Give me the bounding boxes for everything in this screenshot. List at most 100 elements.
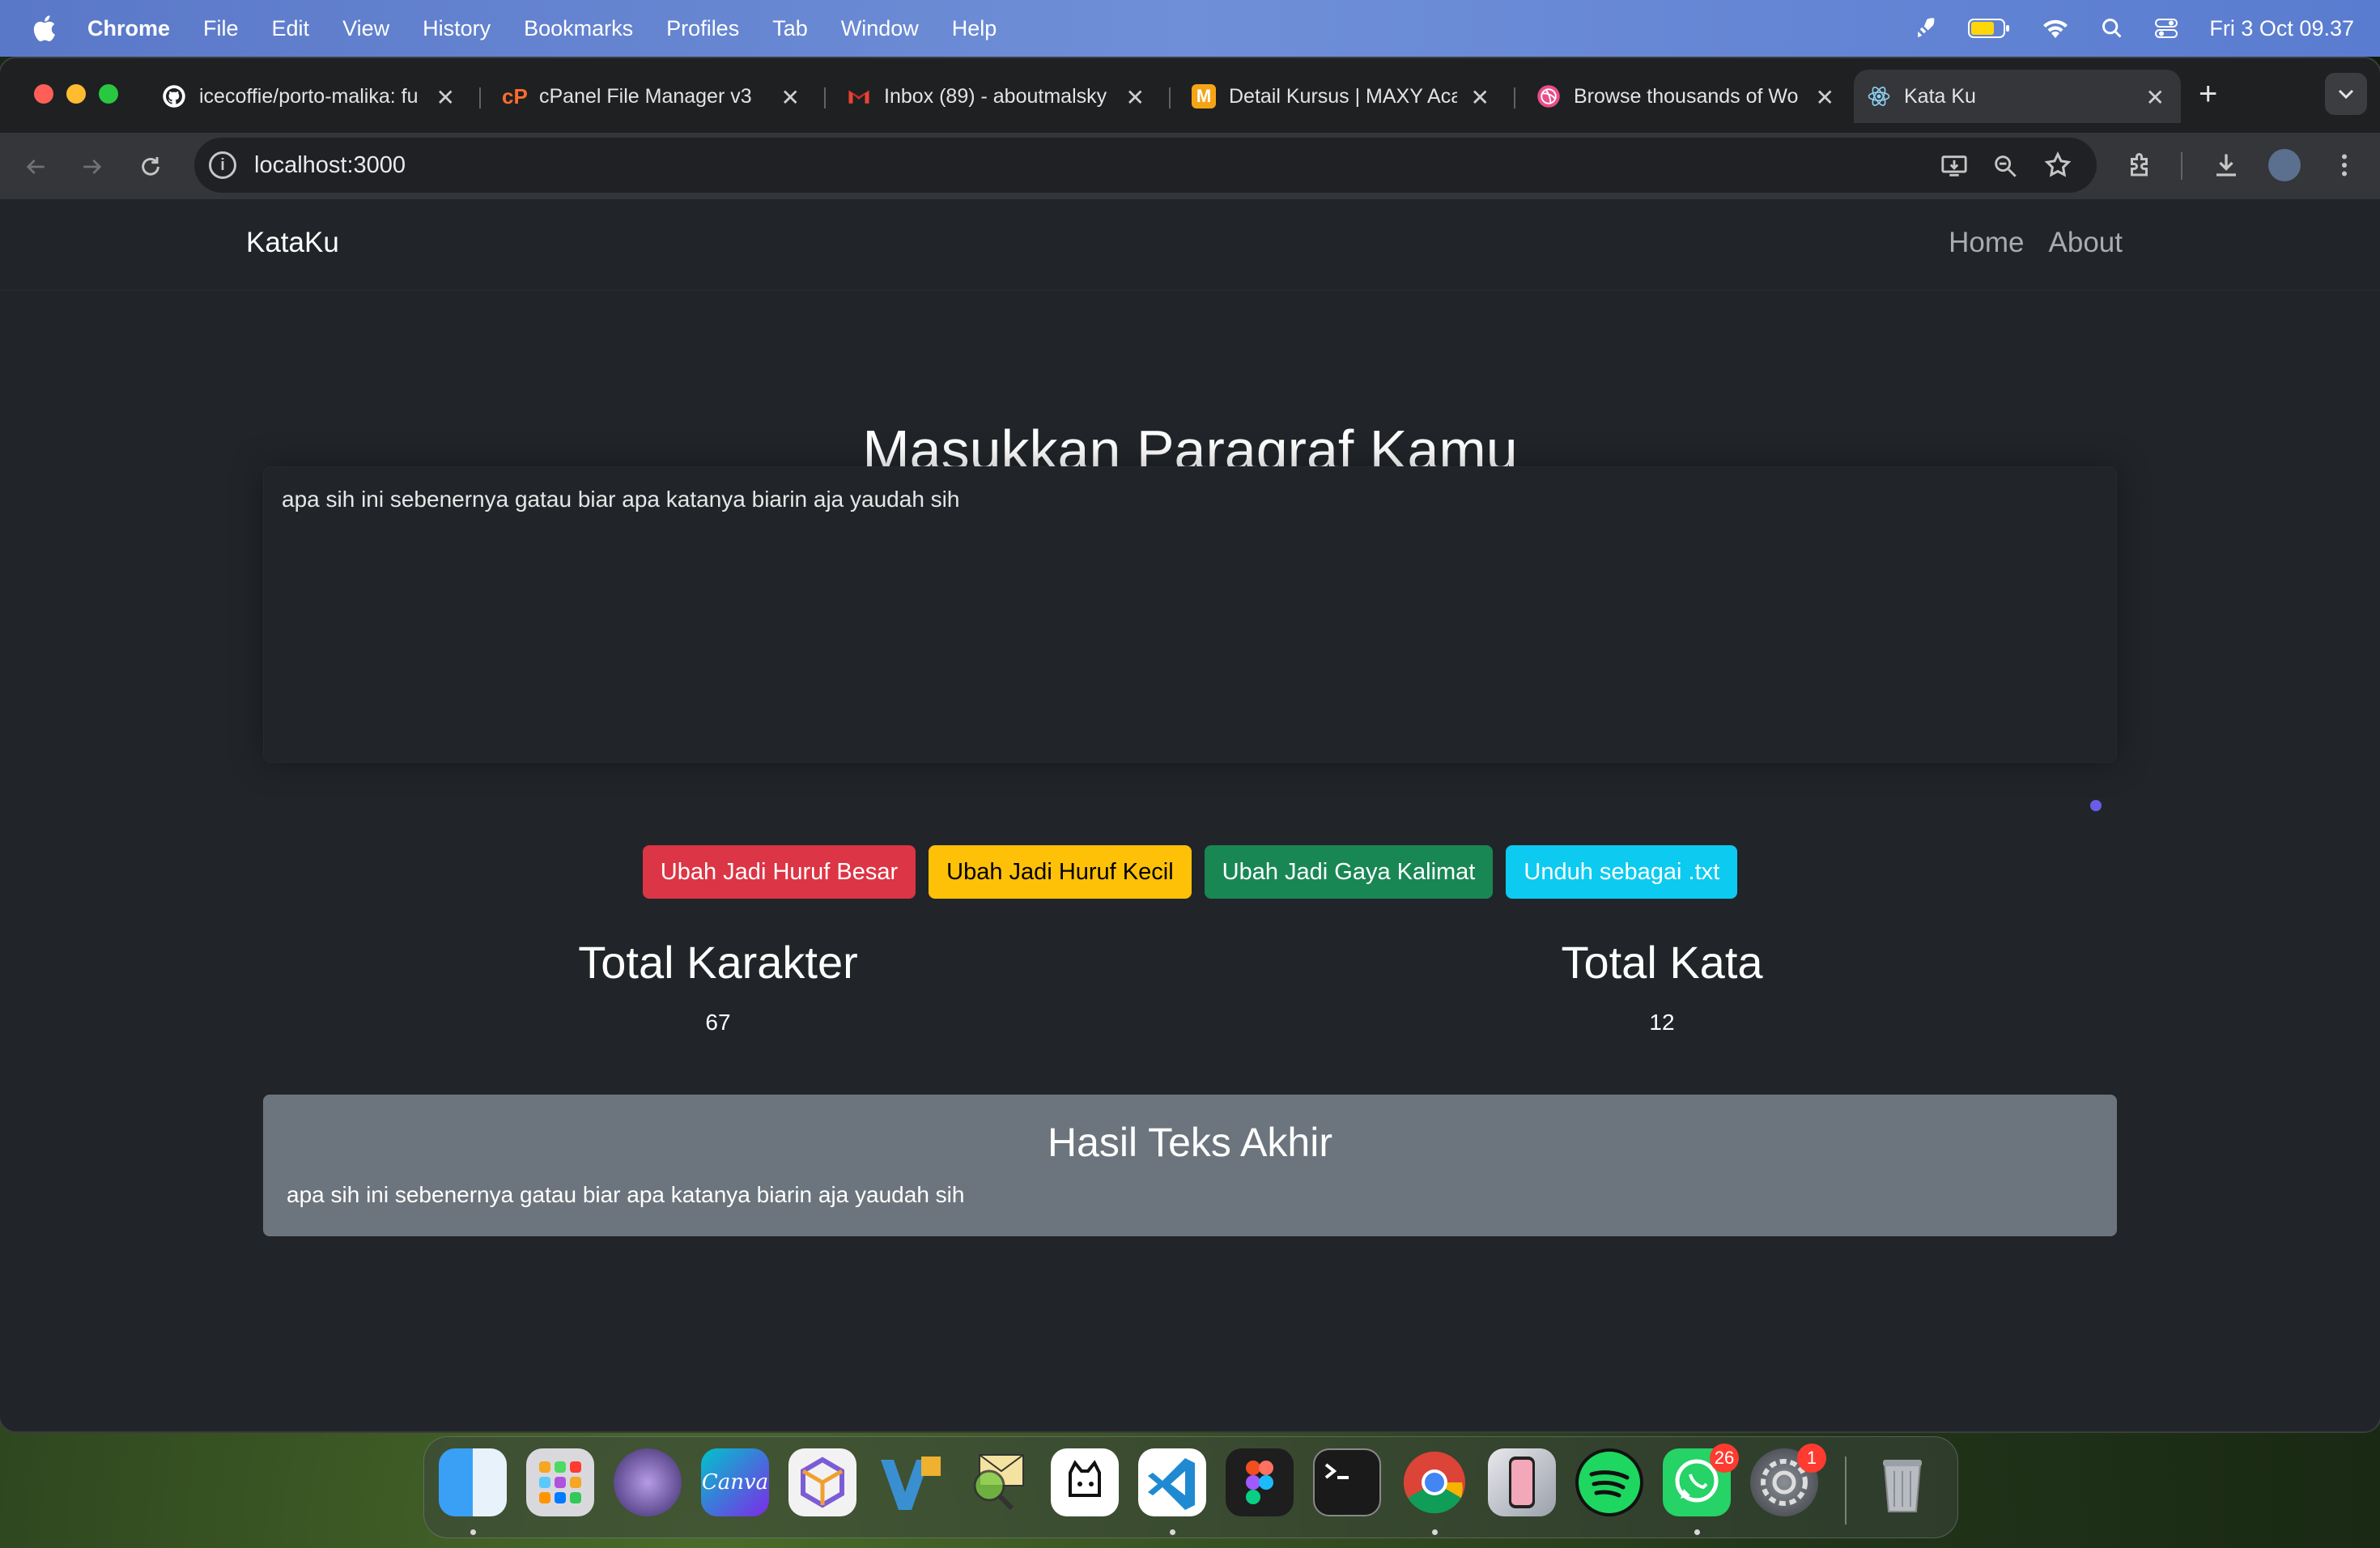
minimize-window-button[interactable] (66, 84, 86, 104)
close-window-button[interactable] (34, 84, 53, 104)
close-tab-icon[interactable]: ✕ (1816, 84, 1834, 111)
menubar-clock[interactable]: Fri 3 Oct 09.37 (2209, 16, 2354, 41)
running-indicator (1170, 1529, 1175, 1535)
menu-file[interactable]: File (203, 16, 239, 41)
notion-cat-icon[interactable] (1051, 1448, 1119, 1516)
tab-gmail[interactable]: Inbox (89) - aboutmalsky ✕ (834, 70, 1161, 123)
action-buttons: Ubah Jadi Huruf Besar Ubah Jadi Huruf Ke… (0, 845, 2380, 899)
reload-icon[interactable] (138, 154, 164, 180)
tab-title: icecoffie/porto-malika: fu (199, 84, 419, 108)
word-count-stat: Total Kata 12 (1419, 936, 1905, 1036)
control-center-icon[interactable] (2154, 17, 2178, 40)
tab-dribbble[interactable]: Browse thousands of Wo ✕ (1524, 70, 1851, 123)
trash-icon[interactable] (1868, 1448, 1936, 1516)
whatsapp-icon[interactable]: 26 (1663, 1444, 1739, 1516)
download-txt-button[interactable]: Unduh sebagai .txt (1506, 845, 1738, 899)
launchpad-icon[interactable] (526, 1448, 594, 1516)
menu-tab[interactable]: Tab (772, 16, 808, 41)
zoom-icon[interactable] (1991, 152, 2019, 180)
battery-icon[interactable] (1968, 18, 2010, 39)
menu-history[interactable]: History (423, 16, 491, 41)
tab-maxy[interactable]: M Detail Kursus | MAXY Aca ✕ (1179, 70, 1506, 123)
tab-title: Inbox (89) - aboutmalsky (884, 84, 1107, 108)
brand-logo[interactable]: KataKu (246, 227, 339, 259)
word-count-value: 12 (1649, 1010, 1675, 1035)
spotify-icon[interactable] (1575, 1448, 1643, 1516)
result-text: apa sih ini sebenernya gatau biar apa ka… (287, 1182, 965, 1207)
react-icon (1868, 87, 1890, 106)
back-arrow-icon[interactable] (23, 154, 49, 180)
cat-app-icon[interactable] (614, 1448, 682, 1516)
address-bar[interactable]: i localhost:3000 (194, 138, 2097, 193)
forward-arrow-icon[interactable] (79, 154, 105, 180)
running-indicator (1694, 1529, 1700, 1535)
iphone-mirroring-icon[interactable] (1488, 1448, 1556, 1516)
nav-links: Home About (1949, 227, 2123, 259)
close-tab-icon[interactable]: ✕ (436, 84, 455, 111)
finder-icon[interactable] (439, 1448, 507, 1516)
char-count-value: 67 (705, 1010, 731, 1035)
tab-search-button[interactable] (2325, 73, 2367, 115)
menu-edit[interactable]: Edit (272, 16, 310, 41)
menu-app-name[interactable]: Chrome (87, 16, 170, 41)
app-navbar: KataKu Home About (0, 199, 2380, 291)
chrome-icon[interactable] (1400, 1448, 1468, 1516)
figma-icon[interactable] (1226, 1448, 1294, 1516)
search-icon[interactable] (2101, 17, 2123, 40)
profile-avatar[interactable] (2268, 149, 2301, 181)
dribbble-icon (1537, 85, 1560, 108)
tab-title: Detail Kursus | MAXY Aca (1229, 84, 1457, 108)
close-tab-icon[interactable]: ✕ (1471, 84, 1490, 111)
url-text[interactable]: localhost:3000 (254, 152, 406, 179)
nav-about-link[interactable]: About (2049, 227, 2123, 259)
lowercase-button[interactable]: Ubah Jadi Huruf Kecil (929, 845, 1192, 899)
dock: Canva 26 1 (423, 1436, 1958, 1538)
nav-home-link[interactable]: Home (1949, 227, 2024, 259)
tab-kataku-active[interactable]: Kata Ku ✕ (1854, 70, 2181, 123)
running-indicator (470, 1529, 476, 1535)
system-settings-icon[interactable]: 1 (1750, 1444, 1826, 1516)
maximize-window-button[interactable] (99, 84, 118, 104)
vscode-icon[interactable] (1138, 1448, 1206, 1516)
char-count-stat: Total Karakter 67 (475, 936, 961, 1036)
close-tab-icon[interactable]: ✕ (2146, 84, 2165, 111)
wifi-icon[interactable] (2041, 17, 2070, 40)
dock-separator (1845, 1457, 1847, 1525)
mail-search-icon[interactable] (963, 1448, 1031, 1516)
install-app-icon[interactable] (1940, 152, 1969, 180)
menu-help[interactable]: Help (952, 16, 997, 41)
rocket-icon[interactable] (1913, 16, 1937, 40)
toolbar-divider (2181, 152, 2182, 180)
paragraph-textarea[interactable]: apa sih ini sebenernya gatau biar apa ka… (263, 466, 2117, 763)
tab-title: Kata Ku (1904, 84, 1976, 108)
close-tab-icon[interactable]: ✕ (1126, 84, 1145, 111)
download-icon[interactable] (2212, 151, 2241, 180)
canva-icon[interactable]: Canva (701, 1448, 769, 1516)
site-info-icon[interactable]: i (209, 151, 236, 179)
cpanel-icon: cP (502, 84, 528, 108)
tab-separator (824, 87, 826, 108)
close-tab-icon[interactable]: ✕ (781, 84, 800, 111)
cube-app-icon[interactable] (788, 1448, 856, 1516)
bookmark-star-icon[interactable] (2043, 151, 2072, 180)
tab-cpanel[interactable]: cP cPanel File Manager v3 ✕ (489, 70, 816, 123)
result-title: Hasil Teks Akhir (1048, 1120, 1332, 1165)
menu-view[interactable]: View (342, 16, 389, 41)
tab-separator (479, 87, 481, 108)
grammar-indicator-dot (2090, 800, 2102, 811)
more-menu-icon[interactable] (2331, 151, 2357, 180)
result-card: Hasil Teks Akhir apa sih ini sebenernya … (263, 1095, 2117, 1236)
sentence-case-button[interactable]: Ubah Jadi Gaya Kalimat (1204, 845, 1494, 899)
vectornator-icon[interactable] (876, 1448, 944, 1516)
terminal-icon[interactable] (1313, 1448, 1381, 1516)
running-indicator (1432, 1529, 1438, 1535)
menu-bookmarks[interactable]: Bookmarks (524, 16, 633, 41)
tab-strip: icecoffie/porto-malika: fu ✕ cP cPanel F… (0, 58, 2380, 133)
uppercase-button[interactable]: Ubah Jadi Huruf Besar (642, 845, 916, 899)
new-tab-button[interactable]: + (2199, 76, 2217, 113)
extensions-icon[interactable] (2126, 151, 2155, 180)
tab-github[interactable]: icecoffie/porto-malika: fu ✕ (149, 70, 471, 123)
menu-profiles[interactable]: Profiles (666, 16, 739, 41)
apple-icon[interactable] (31, 14, 57, 43)
menu-window[interactable]: Window (841, 16, 919, 41)
